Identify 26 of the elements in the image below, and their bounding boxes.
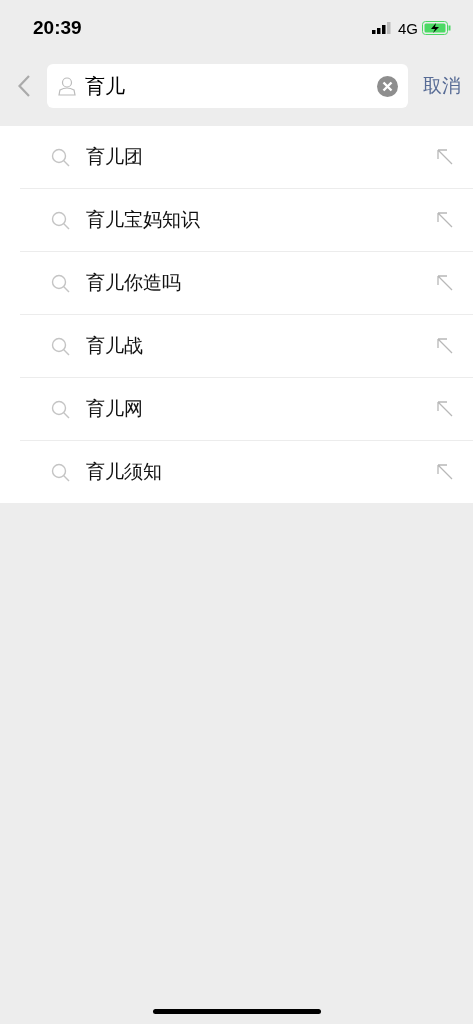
- search-icon: [51, 462, 70, 482]
- search-icon: [51, 147, 70, 167]
- back-icon[interactable]: [18, 75, 30, 97]
- suggestion-item[interactable]: 育儿战: [20, 315, 473, 378]
- suggestion-item[interactable]: 育儿须知: [20, 441, 473, 503]
- cancel-button[interactable]: 取消: [423, 73, 461, 99]
- arrow-icon[interactable]: [437, 149, 453, 165]
- suggestion-item[interactable]: 育儿宝妈知识: [20, 189, 473, 252]
- signal-icon: [372, 22, 392, 34]
- status-time: 20:39: [33, 17, 83, 39]
- arrow-icon[interactable]: [437, 464, 453, 480]
- search-icon: [51, 399, 70, 419]
- clear-icon[interactable]: [377, 75, 398, 97]
- suggestion-item[interactable]: 育儿团: [20, 126, 473, 189]
- arrow-icon[interactable]: [437, 275, 453, 291]
- suggestion-item[interactable]: 育儿你造吗: [20, 252, 473, 315]
- search-icon: [51, 273, 70, 293]
- search-icon: [51, 210, 70, 230]
- network-label: 4G: [398, 19, 418, 37]
- suggestion-item[interactable]: 育儿网: [20, 378, 473, 441]
- battery-icon: [422, 21, 451, 35]
- search-icon: [51, 336, 70, 356]
- arrow-icon[interactable]: [437, 212, 453, 228]
- search-field[interactable]: 育儿: [47, 64, 408, 108]
- arrow-icon[interactable]: [437, 401, 453, 417]
- arrow-icon[interactable]: [437, 338, 453, 354]
